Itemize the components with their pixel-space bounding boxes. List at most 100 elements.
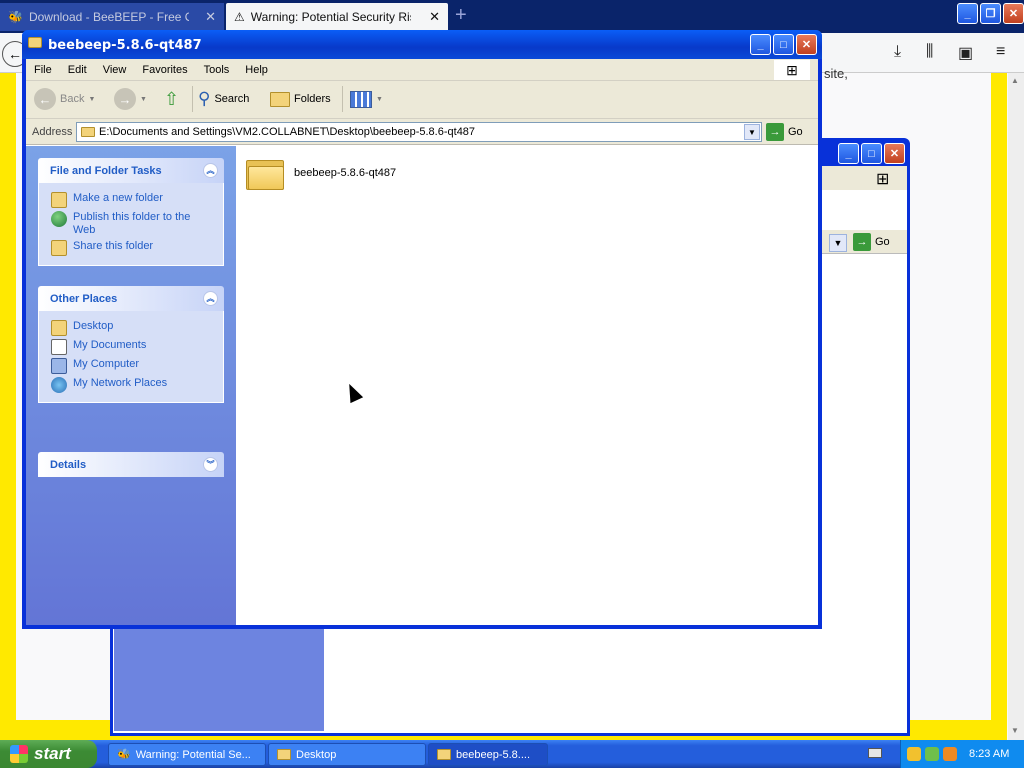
share-folder-icon <box>51 240 67 256</box>
chevron-down-icon[interactable]: ▼ <box>744 124 760 140</box>
views-button[interactable]: ▼ <box>350 86 383 112</box>
scroll-down-icon[interactable]: ▼ <box>1011 726 1019 735</box>
documents-icon <box>51 339 67 355</box>
page-banner-right <box>991 73 1007 720</box>
panel-body: Make a new folder Publish this folder to… <box>38 183 224 266</box>
taskbar-button-label: Warning: Potential Se... <box>135 748 251 761</box>
chevron-up-icon[interactable]: ︽ <box>203 291 218 306</box>
menu-tools[interactable]: Tools <box>196 64 238 76</box>
keyboard-icon[interactable] <box>868 748 882 758</box>
task-share-folder[interactable]: Share this folder <box>51 240 223 256</box>
globe-icon <box>51 211 67 227</box>
maximize-icon[interactable]: □ <box>773 34 794 55</box>
taskbar-button-browser[interactable]: 🐝 Warning: Potential Se... <box>108 743 266 766</box>
close-icon[interactable]: ✕ <box>884 143 905 164</box>
restore-icon[interactable]: ❐ <box>980 3 1001 24</box>
menu-view[interactable]: View <box>95 64 135 76</box>
tab-title: Warning: Potential Security Risk Ahead <box>250 10 411 24</box>
folder-explorer-window[interactable]: beebeep-5.8.6-qt487 _ □ ✕ File Edit View… <box>22 30 822 629</box>
start-button[interactable]: start <box>0 740 97 768</box>
chevron-down-icon[interactable]: ▼ <box>829 234 847 252</box>
place-desktop[interactable]: Desktop <box>51 320 223 336</box>
browser-window-controls: _ ❐ ✕ <box>957 3 1024 24</box>
page-scrollbar[interactable] <box>1008 73 1024 740</box>
title-bar[interactable]: beebeep-5.8.6-qt487 _ □ ✕ <box>22 30 822 59</box>
scroll-up-icon[interactable]: ▲ <box>1011 76 1019 85</box>
chevron-down-icon[interactable]: ▼ <box>88 96 95 103</box>
search-icon: ⚲ <box>198 89 211 108</box>
taskbar-button-desktop[interactable]: Desktop <box>268 743 426 766</box>
download-icon[interactable]: ⤓ <box>894 43 901 61</box>
network-tray-icon[interactable] <box>925 747 939 761</box>
back-button[interactable]: ← Back ▼ <box>34 86 95 112</box>
folder-content[interactable]: beebeep-5.8.6-qt487 <box>236 146 818 625</box>
folder-icon <box>81 127 95 137</box>
go-button[interactable]: → Go <box>853 233 890 251</box>
security-shield-icon[interactable] <box>907 747 921 761</box>
network-icon <box>51 377 67 393</box>
task-publish-folder[interactable]: Publish this folder to the Web <box>51 211 223 237</box>
menu-icon[interactable]: ≡ <box>996 43 1005 61</box>
toolbar-separator <box>342 86 343 112</box>
panel-header[interactable]: Details ︾ <box>38 452 224 477</box>
toolbar-separator <box>192 86 193 112</box>
go-label: Go <box>875 236 890 248</box>
task-label: Share this folder <box>73 240 154 252</box>
search-button[interactable]: ⚲ Search <box>198 86 249 112</box>
windows-logo-icon <box>10 745 28 763</box>
up-folder-button[interactable]: ⇧ <box>164 86 179 112</box>
sidebar-icon[interactable]: ▣ <box>958 43 973 63</box>
views-icon <box>350 90 372 108</box>
minimize-icon[interactable]: _ <box>750 34 771 55</box>
other-places-panel: Other Places ︽ Desktop My Documents My C… <box>38 286 224 403</box>
chevron-down-icon[interactable]: ▼ <box>376 96 383 103</box>
task-label: Publish this folder to the Web <box>73 211 191 236</box>
maximize-icon[interactable]: □ <box>861 143 882 164</box>
place-my-computer[interactable]: My Computer <box>51 358 223 374</box>
browser-tab-warning[interactable]: ⚠ Warning: Potential Security Risk Ahead… <box>226 3 448 31</box>
close-icon[interactable]: ✕ <box>1003 3 1024 24</box>
library-icon[interactable]: ⫼ <box>926 43 933 61</box>
file-folder-tasks-panel: File and Folder Tasks ︽ Make a new folde… <box>38 158 224 266</box>
forward-arrow-icon: → <box>114 88 136 110</box>
bee-icon: 🐝 <box>117 749 131 761</box>
taskbar-button-beebeep[interactable]: beebeep-5.8.... <box>428 743 548 766</box>
chevron-up-icon[interactable]: ︽ <box>203 163 218 178</box>
go-arrow-icon: → <box>766 123 784 141</box>
minimize-icon[interactable]: _ <box>957 3 978 24</box>
folders-button[interactable]: Folders <box>270 86 331 112</box>
system-tray: 8:23 AM <box>900 740 1024 768</box>
close-icon[interactable]: ✕ <box>796 34 817 55</box>
menu-favorites[interactable]: Favorites <box>134 64 195 76</box>
menu-edit[interactable]: Edit <box>60 64 95 76</box>
task-make-new-folder[interactable]: Make a new folder <box>51 192 223 208</box>
chevron-down-icon[interactable]: ︾ <box>203 457 218 472</box>
toolbar: ← Back ▼ → ▼ ⇧ ⚲ Search Folders ▼ <box>26 81 818 119</box>
place-my-documents[interactable]: My Documents <box>51 339 223 355</box>
folder-icon <box>246 156 284 190</box>
panel-header[interactable]: Other Places ︽ <box>38 286 224 311</box>
panel-title: File and Folder Tasks <box>50 164 162 177</box>
chevron-down-icon[interactable]: ▼ <box>140 96 147 103</box>
folder-icon <box>437 749 451 760</box>
windows-logo-icon: ⊞ <box>774 60 810 80</box>
clock[interactable]: 8:23 AM <box>969 748 1009 760</box>
go-button[interactable]: → Go <box>766 123 803 141</box>
folder-item[interactable]: beebeep-5.8.6-qt487 <box>246 156 396 190</box>
browser-tab-beebeep[interactable]: 🐝 Download - BeeBEEP - Free Office Messe… <box>0 3 224 31</box>
plus-icon[interactable]: + <box>455 4 467 27</box>
bee-icon: 🐝 <box>8 10 23 24</box>
minimize-icon[interactable]: _ <box>838 143 859 164</box>
menu-file[interactable]: File <box>26 64 60 76</box>
menu-help[interactable]: Help <box>237 64 276 76</box>
folder-icon <box>28 37 42 48</box>
forward-button[interactable]: → ▼ <box>114 86 147 112</box>
search-tray-icon[interactable] <box>943 747 957 761</box>
panel-header[interactable]: File and Folder Tasks ︽ <box>38 158 224 183</box>
tab-close-icon[interactable]: ✕ <box>205 9 216 25</box>
address-input[interactable]: E:\Documents and Settings\VM2.COLLABNET\… <box>76 122 762 142</box>
place-my-network-places[interactable]: My Network Places <box>51 377 223 393</box>
task-pane: File and Folder Tasks ︽ Make a new folde… <box>26 146 236 625</box>
new-folder-icon <box>51 192 67 208</box>
tab-close-icon[interactable]: ✕ <box>429 9 440 25</box>
